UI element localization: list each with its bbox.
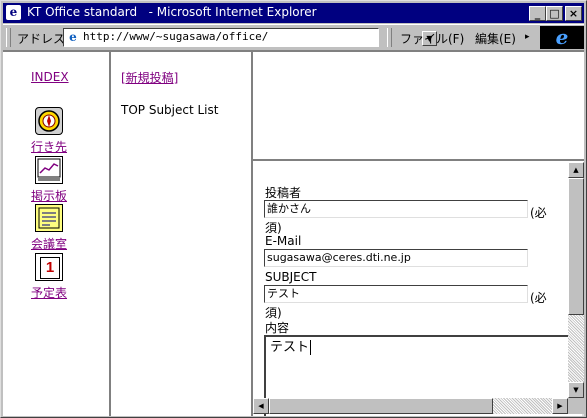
- nav-destination-link[interactable]: 行き先: [31, 138, 67, 155]
- index-link[interactable]: INDEX: [31, 70, 69, 84]
- nav-meeting-room-link[interactable]: 会議室: [31, 235, 67, 252]
- scroll-right-button[interactable]: ▶: [552, 398, 568, 414]
- subject-label: SUBJECT: [265, 270, 317, 284]
- menu-more-chevron-icon[interactable]: ▸: [525, 32, 530, 42]
- calendar-icon[interactable]: 1: [35, 253, 63, 281]
- horizontal-scrollbar[interactable]: ◀ ▶: [253, 398, 568, 414]
- post-form-frame: 投稿者 誰かさん (必 須) E-Mail sugasawa@ceres.dti…: [253, 162, 584, 416]
- subject-input[interactable]: テスト: [264, 285, 528, 303]
- window-title: KT Office standard - Microsoft Internet …: [27, 5, 317, 19]
- toolbar-grip[interactable]: [6, 28, 11, 47]
- calendar-day-number: 1: [40, 257, 60, 279]
- notebook-icon[interactable]: [35, 204, 63, 232]
- address-input[interactable]: e http://www/~sugasawa/office/ ▼: [63, 28, 437, 47]
- ie-logo: e: [540, 26, 584, 49]
- address-label: アドレス: [17, 32, 66, 46]
- nav-frame: INDEX 行き先 掲示板 会議室 1 予定表: [3, 52, 109, 416]
- address-toolbar: アドレス e http://www/~sugasawa/office/ ▼ ファ…: [3, 24, 584, 51]
- required-note: (必: [530, 206, 547, 220]
- minimize-button[interactable]: _: [529, 6, 546, 21]
- vertical-scroll-thumb[interactable]: [568, 178, 584, 315]
- menu-grip[interactable]: [387, 28, 392, 47]
- scroll-left-button[interactable]: ◀: [253, 398, 269, 414]
- subject-list-heading: TOP Subject List: [121, 103, 219, 117]
- required-note-2: (必: [530, 291, 547, 305]
- nav-schedule-link[interactable]: 予定表: [31, 284, 67, 301]
- horizontal-scroll-thumb[interactable]: [269, 398, 493, 414]
- maximize-button[interactable]: □: [546, 6, 563, 21]
- compass-icon[interactable]: [35, 107, 63, 135]
- author-label: 投稿者: [265, 186, 302, 200]
- scroll-up-button[interactable]: ▲: [568, 162, 584, 178]
- page-icon: e: [69, 30, 77, 44]
- ie-app-icon[interactable]: e: [6, 5, 21, 20]
- scroll-down-button[interactable]: ▼: [568, 382, 584, 398]
- author-input[interactable]: 誰かさん: [264, 200, 528, 218]
- content-label: 内容: [265, 321, 290, 335]
- browser-window: e KT Office standard - Microsoft Interne…: [0, 0, 587, 418]
- nav-board-link[interactable]: 掲示板: [31, 187, 67, 204]
- top-right-frame: [253, 52, 584, 159]
- address-url[interactable]: http://www/~sugasawa/office/: [83, 30, 268, 43]
- email-input[interactable]: sugasawa@ceres.dti.ne.jp: [264, 249, 528, 267]
- page-content: INDEX 行き先 掲示板 会議室 1 予定表 [新規投稿] TOP Subje…: [3, 51, 584, 416]
- list-frame: [新規投稿] TOP Subject List: [111, 52, 251, 416]
- vertical-scrollbar[interactable]: ▲ ▼: [568, 162, 584, 398]
- close-button[interactable]: ×: [565, 6, 582, 21]
- new-post-link[interactable]: [新規投稿]: [121, 69, 178, 86]
- email-label: E-Mail: [265, 234, 302, 248]
- menu-edit[interactable]: 編集(E): [475, 30, 516, 47]
- frame-divider-horizontal[interactable]: [253, 159, 584, 161]
- chart-board-icon[interactable]: [35, 156, 63, 184]
- title-bar[interactable]: e KT Office standard - Microsoft Interne…: [3, 3, 584, 23]
- scrollbar-corner: [568, 398, 584, 414]
- menu-file[interactable]: ファイル(F): [400, 30, 464, 47]
